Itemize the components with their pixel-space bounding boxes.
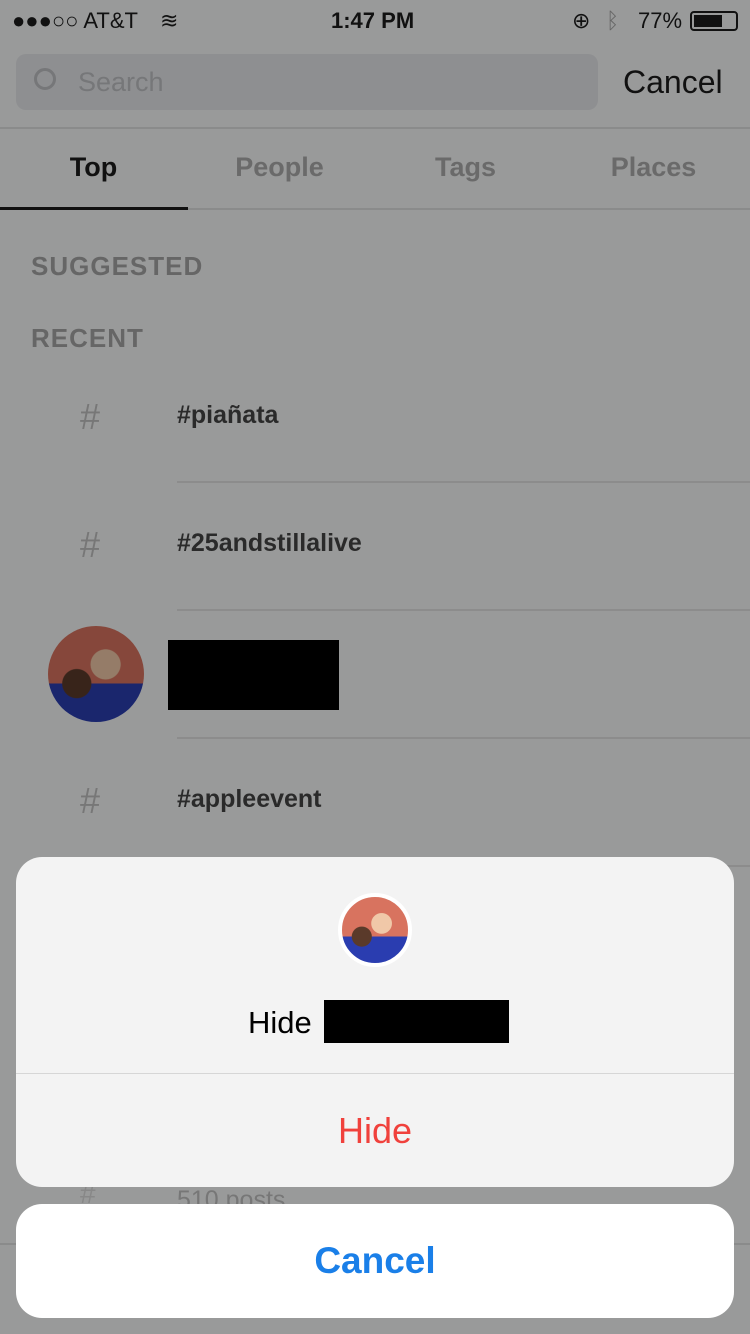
tab-places[interactable]: Places	[560, 152, 747, 183]
search-placeholder: Search	[78, 67, 164, 97]
search-icon	[34, 68, 56, 90]
hashtag-icon: #	[80, 780, 101, 821]
battery-percent: 77%	[638, 8, 683, 33]
carrier: ●●●○○ AT&T	[12, 8, 138, 33]
time: 1:47 PM	[331, 8, 415, 33]
cancel-search-button[interactable]: Cancel	[623, 64, 723, 101]
hashtag-icon: #	[80, 524, 101, 565]
rotation-lock-icon: ⊕	[572, 8, 591, 33]
hide-button[interactable]: Hide	[16, 1074, 734, 1187]
divider	[177, 481, 750, 483]
divider	[177, 737, 750, 739]
recent-item[interactable]: #25andstillalive	[177, 529, 362, 558]
redacted-username[interactable]	[168, 640, 339, 710]
avatar[interactable]	[48, 626, 144, 722]
search-input[interactable]: Search	[16, 54, 598, 110]
tab-top[interactable]: Top	[0, 152, 187, 183]
divider	[177, 609, 750, 611]
tab-tags[interactable]: Tags	[372, 152, 559, 183]
cancel-label: Cancel	[314, 1240, 436, 1281]
action-sheet-title: Hide	[248, 1005, 312, 1040]
active-tab-indicator	[0, 207, 188, 210]
section-recent: RECENT	[31, 323, 144, 353]
wifi-icon: ≋	[160, 8, 179, 33]
divider	[0, 127, 750, 129]
recent-item[interactable]: #appleevent	[177, 785, 322, 814]
tab-people[interactable]: People	[186, 152, 373, 183]
bluetooth-icon: ᛒ	[606, 8, 620, 33]
section-suggested: SUGGESTED	[31, 251, 204, 281]
action-sheet: Hide Hide	[16, 857, 734, 1187]
cancel-button[interactable]: Cancel	[16, 1204, 734, 1318]
battery-icon	[690, 11, 738, 31]
redacted-username	[324, 1000, 509, 1043]
status-bar: ●●●○○ AT&T ≋ 1:47 PM ⊕ ᛒ 77%	[0, 0, 750, 40]
recent-item[interactable]: #piañata	[177, 401, 278, 430]
hashtag-icon: #	[80, 396, 101, 437]
avatar	[338, 893, 412, 967]
